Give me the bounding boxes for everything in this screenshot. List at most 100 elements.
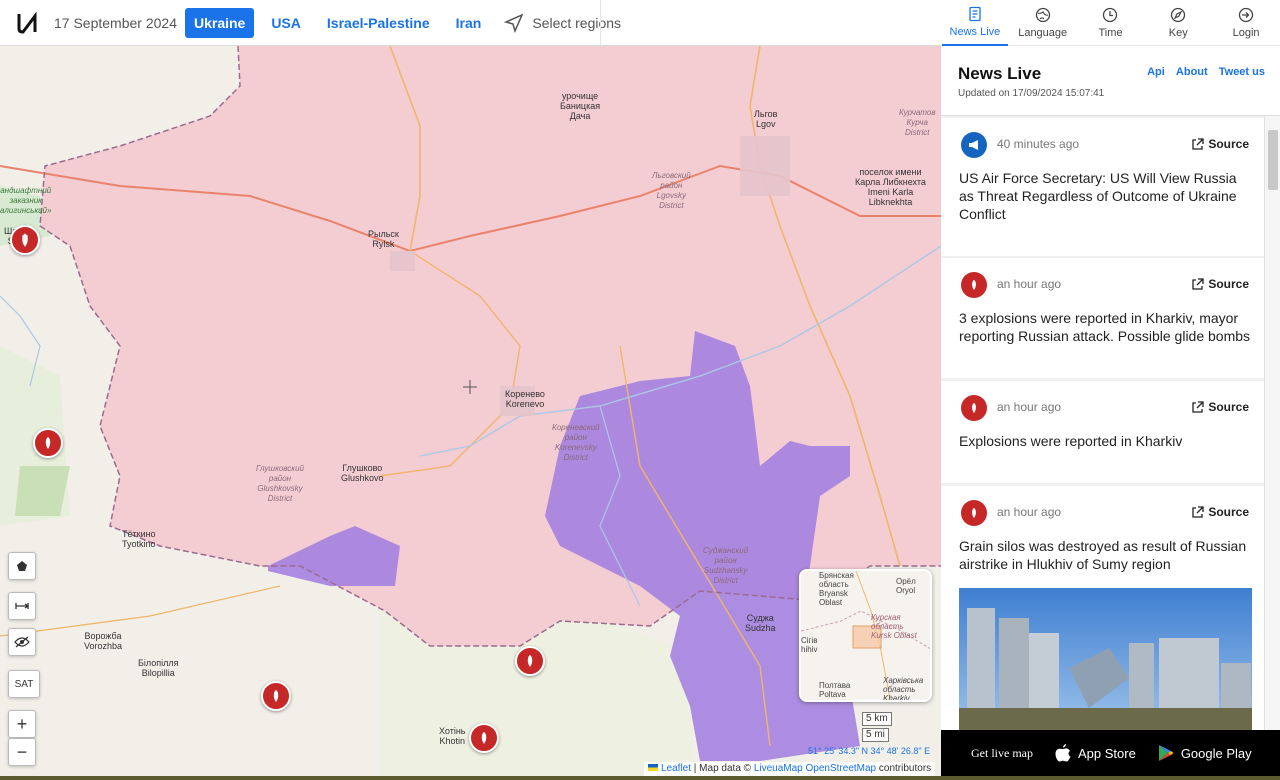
source-label: Source bbox=[1208, 137, 1249, 151]
source-label: Source bbox=[1208, 400, 1249, 414]
explosion-marker[interactable] bbox=[515, 646, 545, 676]
divider bbox=[600, 0, 601, 46]
source-link[interactable]: Source bbox=[1191, 137, 1249, 151]
scale-km: 5 km bbox=[862, 712, 892, 726]
label-karla-libknekhta: поселок имени Карла Либкнехта Imeni Karla L… bbox=[855, 167, 926, 207]
pentagon-icon bbox=[17, 561, 27, 571]
liveuamap-logo[interactable] bbox=[0, 0, 54, 46]
select-regions-button[interactable]: Select regions bbox=[504, 13, 621, 33]
news-card[interactable]: an hour ago Source 3 explosions were rep… bbox=[941, 258, 1264, 378]
scale-mi: 5 mi bbox=[862, 728, 889, 742]
google-play-button[interactable]: Google Play bbox=[1158, 744, 1252, 762]
news-icon bbox=[969, 6, 981, 22]
bomb-icon bbox=[972, 402, 976, 414]
external-link-icon bbox=[1192, 400, 1204, 413]
news-time: 40 minutes ago bbox=[997, 137, 1080, 151]
explosion-marker[interactable] bbox=[261, 681, 291, 711]
news-text: US Air Force Secretary: US Will View Rus… bbox=[959, 170, 1237, 222]
attribution-end: contributors bbox=[876, 763, 932, 774]
minimap-label-chernihiv: Сігів hihiv bbox=[801, 636, 818, 654]
minimap-label-oryol: Орёл Oryol bbox=[896, 577, 916, 595]
explosion-marker[interactable] bbox=[469, 723, 499, 753]
label-kurchatov: Курчатов Курча District bbox=[899, 108, 936, 137]
nav-news-live[interactable]: News Live bbox=[941, 0, 1008, 46]
label-bilopillia: Білопілля Bilopillia bbox=[138, 658, 179, 678]
external-link-icon bbox=[1192, 137, 1204, 150]
nav-language[interactable]: Language bbox=[1010, 0, 1076, 46]
source-link[interactable]: Source bbox=[1191, 277, 1249, 291]
nav-time[interactable]: Time bbox=[1077, 0, 1143, 46]
bomb-icon bbox=[45, 437, 51, 449]
bomb-icon bbox=[22, 233, 28, 247]
nav-login[interactable]: Login bbox=[1213, 0, 1279, 46]
tweet-us-link[interactable]: Tweet us bbox=[1219, 66, 1265, 78]
tab-usa[interactable]: USA bbox=[262, 8, 310, 38]
nav-key-label: Key bbox=[1168, 27, 1188, 39]
bomb-icon bbox=[527, 655, 533, 667]
scrollbar-thumb[interactable] bbox=[1268, 130, 1278, 190]
updated-timestamp: Updated on 17/09/2024 15:07:41 bbox=[958, 88, 1105, 99]
app-promo-bar: Get live map App Store Google Play bbox=[941, 730, 1280, 776]
hide-layers-button[interactable] bbox=[8, 628, 36, 656]
liveuamap-link[interactable]: LiveuaMap bbox=[754, 763, 803, 774]
leaflet-link[interactable]: Leaflet bbox=[661, 763, 691, 774]
minimap-label-kursk: Курская область Kursk Oblast bbox=[871, 613, 917, 640]
minimap[interactable]: Брянская область Bryansk Oblast Орёл Oryol К… bbox=[799, 569, 932, 702]
navigation-arrow-icon bbox=[504, 13, 524, 33]
api-link[interactable]: Api bbox=[1147, 66, 1165, 78]
zoom-out-button[interactable]: − bbox=[8, 738, 36, 766]
zoom-in-button[interactable]: + bbox=[8, 710, 36, 738]
nav-login-label: Login bbox=[1232, 27, 1260, 39]
news-sidebar: News Live Api About Tweet us Updated on … bbox=[941, 46, 1280, 730]
satellite-toggle-button[interactable]: SAT bbox=[8, 670, 40, 698]
osm-link[interactable]: OpenStreetMap bbox=[806, 763, 877, 774]
sidebar-links: Api About Tweet us bbox=[1139, 66, 1265, 78]
tab-ukraine[interactable]: Ukraine bbox=[184, 7, 255, 38]
label-khotin: Хотінь Khotin bbox=[439, 726, 466, 746]
current-date: 17 September 2024 bbox=[54, 14, 177, 31]
nav-key[interactable]: Key bbox=[1145, 0, 1211, 46]
minimap-label-bryansk: Брянская область Bryansk Oblast bbox=[819, 571, 854, 607]
news-time: an hour ago bbox=[997, 400, 1062, 414]
apple-icon bbox=[1055, 744, 1071, 762]
news-time: an hour ago bbox=[997, 505, 1062, 519]
minimap-label-kharkiv: Харківська область Kharkiv bbox=[883, 676, 924, 702]
app-store-button[interactable]: App Store bbox=[1055, 744, 1136, 762]
attribution-mid: | Map data © bbox=[691, 763, 754, 774]
nav-time-label: Time bbox=[1098, 27, 1123, 39]
news-category-badge bbox=[961, 272, 987, 298]
label-korenevo: Коренево Korenevo bbox=[505, 389, 545, 409]
news-card[interactable]: an hour ago Source Grain silos was destr… bbox=[941, 486, 1264, 730]
source-link[interactable]: Source bbox=[1191, 505, 1249, 519]
label-zakaznik: андшафтний заказник алигинський» bbox=[0, 186, 52, 215]
label-lgovsky-district: Льговский район Lgovsky District bbox=[652, 171, 691, 210]
news-category-badge bbox=[961, 500, 987, 526]
explosion-marker[interactable] bbox=[10, 225, 40, 255]
map-canvas[interactable]: Рыльск Rylsk Льгов Lgov Коренево Korenevo Г… bbox=[0, 46, 941, 776]
draw-polygon-button[interactable] bbox=[8, 552, 36, 580]
source-link[interactable]: Source bbox=[1191, 400, 1249, 414]
get-live-map-label: Get live map bbox=[971, 745, 1033, 760]
source-label: Source bbox=[1208, 505, 1249, 519]
news-card[interactable]: an hour ago Source Explosions were repor… bbox=[941, 381, 1264, 483]
about-link[interactable]: About bbox=[1176, 66, 1208, 78]
news-photo-grain-silos[interactable] bbox=[959, 588, 1252, 730]
news-text: 3 explosions were reported in Kharkiv, m… bbox=[959, 310, 1251, 344]
news-card[interactable]: 40 minutes ago Source US Air Force Secre… bbox=[941, 118, 1264, 256]
tab-israel-palestine[interactable]: Israel-Palestine bbox=[318, 8, 439, 38]
explosion-marker[interactable] bbox=[33, 428, 63, 458]
nav-language-label: Language bbox=[1018, 27, 1068, 39]
select-regions-label: Select regions bbox=[532, 14, 622, 31]
bomb-icon bbox=[481, 732, 487, 744]
google-play-label: Google Play bbox=[1180, 745, 1252, 761]
right-nav: News Live Language Time Key Login bbox=[941, 0, 1280, 46]
measure-button[interactable] bbox=[8, 592, 36, 620]
sidebar-scrollbar[interactable] bbox=[1264, 116, 1280, 730]
login-icon bbox=[1238, 7, 1254, 23]
tab-iran[interactable]: Iran bbox=[447, 8, 491, 38]
nav-news-live-label: News Live bbox=[949, 26, 1001, 38]
bomb-icon bbox=[972, 279, 976, 291]
bottom-strip bbox=[0, 776, 1280, 780]
flag-icon bbox=[648, 764, 658, 771]
google-play-icon bbox=[1158, 745, 1174, 761]
